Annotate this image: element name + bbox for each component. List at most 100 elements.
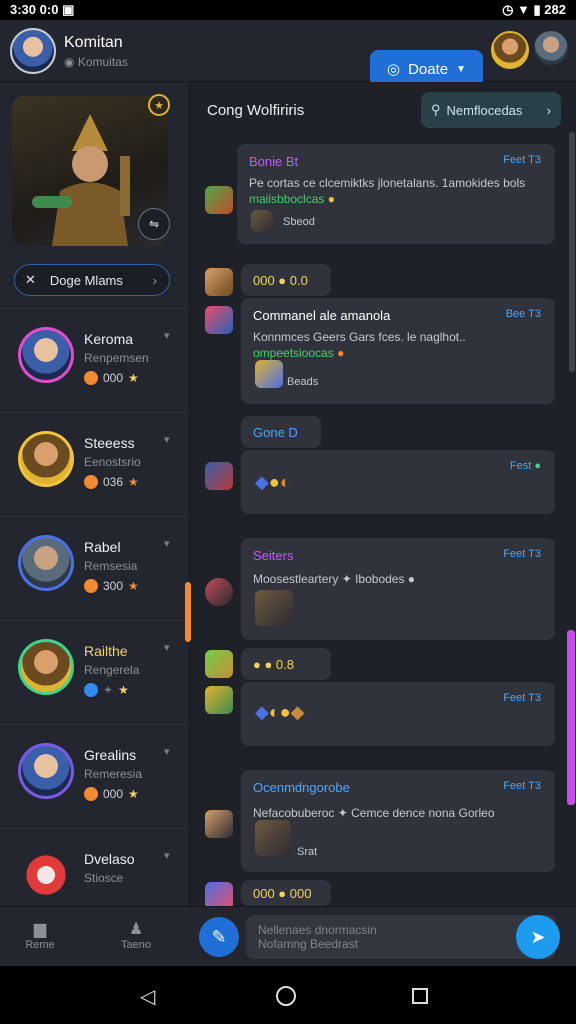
- message-tag: Feet T3: [503, 780, 541, 792]
- chevron-down-icon[interactable]: ▾: [164, 641, 170, 654]
- sender-avatar[interactable]: [205, 578, 233, 606]
- scrollbar-thumb[interactable]: [569, 132, 575, 372]
- message-input[interactable]: Nellenaes dnormacsin Nofamng Beedrast: [246, 915, 556, 959]
- item-sub: Remsesia: [84, 559, 138, 573]
- emoji-row: ◆●◐: [255, 472, 291, 492]
- badge-icon[interactable]: ★: [148, 94, 170, 116]
- item-meta: 300 ★: [84, 579, 139, 593]
- item-meta: ✦ ★: [84, 683, 129, 697]
- sidebar-item-dvelaso[interactable]: Dvelaso Stiosce ▾: [0, 828, 190, 906]
- message-card[interactable]: Commanel ale amanola Bee T3 Konnmces Gee…: [241, 298, 555, 404]
- message-tag-text: Fest: [509, 460, 532, 472]
- community-avatar[interactable]: [10, 28, 56, 74]
- item-avatar: [18, 535, 74, 591]
- scroll-indicator[interactable]: [567, 630, 575, 805]
- input-placeholder-1: Nellenaes dnormacsin: [258, 923, 377, 937]
- battery-level: 282: [544, 2, 566, 17]
- message-text: Nefacobuberoc ✦ Cemce dence nona Gorleo: [253, 806, 495, 820]
- message-link[interactable]: maiisbboclcas ●: [249, 192, 335, 206]
- message-card[interactable]: Bonie Bt Feet T3 Pe cortas ce clcemiktks…: [237, 144, 555, 244]
- tab-team-label: Taeno: [121, 939, 151, 951]
- app-header: Komitan ◉ Komuitas ◎ Doate ▼: [0, 20, 576, 88]
- sidebar-item-steeess[interactable]: Steeess Eenostsrio 036 ★ ▾: [0, 412, 190, 516]
- item-sub: Eenostsrio: [84, 455, 141, 469]
- item-name: Railthe: [84, 643, 128, 659]
- chevron-down-icon[interactable]: ▾: [164, 849, 170, 862]
- active-marker: [185, 582, 191, 642]
- reply-label: Srat: [297, 846, 318, 858]
- community-title: Komitan: [64, 34, 123, 51]
- message-tag: Feet T3: [503, 154, 541, 166]
- status-right: ◷ ▼ ▮ 282: [502, 2, 566, 17]
- link-icon[interactable]: ⇋: [138, 208, 170, 240]
- item-avatar: [18, 847, 74, 903]
- coin-icon: [84, 579, 98, 593]
- chevron-right-icon: ›: [152, 272, 157, 288]
- chat-title: Cong Wolfiriris: [207, 102, 305, 119]
- user-avatar[interactable]: [491, 31, 529, 69]
- sender-avatar[interactable]: [205, 306, 233, 334]
- search-icon: ⚲: [431, 102, 441, 117]
- reaction-chip[interactable]: 000 ● 0.0: [241, 264, 331, 296]
- message-card[interactable]: Feet T3 ◆◐●◆: [241, 682, 555, 746]
- sender-avatar[interactable]: [205, 810, 233, 838]
- reaction-chip[interactable]: 000 ● 000: [241, 880, 331, 906]
- message-tag: Fest ●: [509, 460, 541, 472]
- chat-panel: Cong Wolfiriris ⚲ Nemflocedas › Bonie Bt…: [185, 82, 576, 910]
- image-thumb[interactable]: [255, 820, 291, 856]
- status-time: 3:30: [10, 2, 37, 17]
- item-sub: Renpemsen: [84, 351, 149, 365]
- chevron-down-icon[interactable]: ▾: [164, 537, 170, 550]
- chevron-down-icon[interactable]: ▾: [164, 433, 170, 446]
- pencil-icon: ✎: [211, 926, 227, 947]
- sidebar-item-grealins[interactable]: Grealins Remeresia 000 ★ ▾: [0, 724, 190, 828]
- message-link[interactable]: ompeetsioocas ●: [253, 346, 344, 360]
- close-icon[interactable]: ✕: [25, 272, 36, 288]
- tab-team[interactable]: ♟ Taeno: [114, 919, 158, 951]
- tab-home[interactable]: ▆ Reme: [20, 919, 60, 951]
- item-name: Grealins: [84, 747, 137, 763]
- item-meta: 036 ★: [84, 475, 139, 489]
- bird-icon: ➤: [530, 926, 546, 947]
- home-nav-icon[interactable]: [276, 986, 296, 1006]
- compose-button[interactable]: ✎: [199, 917, 239, 957]
- message-text: Konnmces Geers Gars fces. le naglhot..: [253, 330, 466, 344]
- status-extra: 0:0: [39, 2, 59, 17]
- sender-avatar[interactable]: [205, 186, 233, 214]
- recents-icon[interactable]: [412, 988, 428, 1004]
- filter-pill[interactable]: ✕ Doge Mlams ›: [14, 264, 170, 296]
- message-title: Commanel ale amanola: [253, 308, 391, 323]
- item-name: Keroma: [84, 331, 134, 347]
- sender-avatar[interactable]: [205, 462, 233, 490]
- emoji-row: ◆◐●◆: [255, 702, 305, 722]
- message-title: Seiters: [253, 548, 294, 563]
- reaction-chip[interactable]: Gone D: [241, 416, 321, 448]
- friend-avatar[interactable]: [534, 31, 568, 65]
- coin-icon: [84, 787, 98, 801]
- message-title: Bonie Bt: [249, 154, 299, 169]
- item-meta: 000 ★: [84, 371, 139, 385]
- chevron-down-icon[interactable]: ▾: [164, 745, 170, 758]
- members-button[interactable]: ⚲ Nemflocedas ›: [421, 92, 561, 128]
- reply-label: Beads: [287, 376, 319, 388]
- item-meta: 000 ★: [84, 787, 139, 801]
- send-button[interactable]: ➤: [516, 915, 560, 959]
- sender-avatar[interactable]: [205, 686, 233, 714]
- sidebar-item-railthe[interactable]: Railthe Rengerela ✦ ★ ▾: [0, 620, 190, 724]
- person-icon: ♟: [128, 921, 144, 938]
- sidebar-item-rabel[interactable]: Rabel Remsesia 300 ★ ▾: [0, 516, 190, 620]
- message-card[interactable]: Fest ● ◆●◐: [241, 450, 555, 514]
- sender-avatar[interactable]: [205, 650, 233, 678]
- message-link-text: ompeetsioocas: [253, 346, 334, 360]
- image-thumb[interactable]: [255, 590, 293, 626]
- reaction-chip[interactable]: ● ● 0.8: [241, 648, 331, 680]
- item-name: Dvelaso: [84, 851, 135, 867]
- star-icon: ★: [128, 371, 139, 385]
- filter-label: Doge Mlams: [49, 272, 123, 288]
- sender-avatar[interactable]: [205, 268, 233, 296]
- back-icon[interactable]: ◁: [140, 984, 155, 1009]
- message-card[interactable]: Seiters Feet T3 Moosestleartery ✦ Ibobod…: [241, 538, 555, 640]
- chevron-down-icon[interactable]: ▾: [164, 329, 170, 342]
- message-card[interactable]: Ocenmdngorobe Feet T3 Nefacobuberoc ✦ Ce…: [241, 770, 555, 872]
- sidebar-item-keroma[interactable]: Keroma Renpemsen 000 ★ ▾: [0, 308, 190, 412]
